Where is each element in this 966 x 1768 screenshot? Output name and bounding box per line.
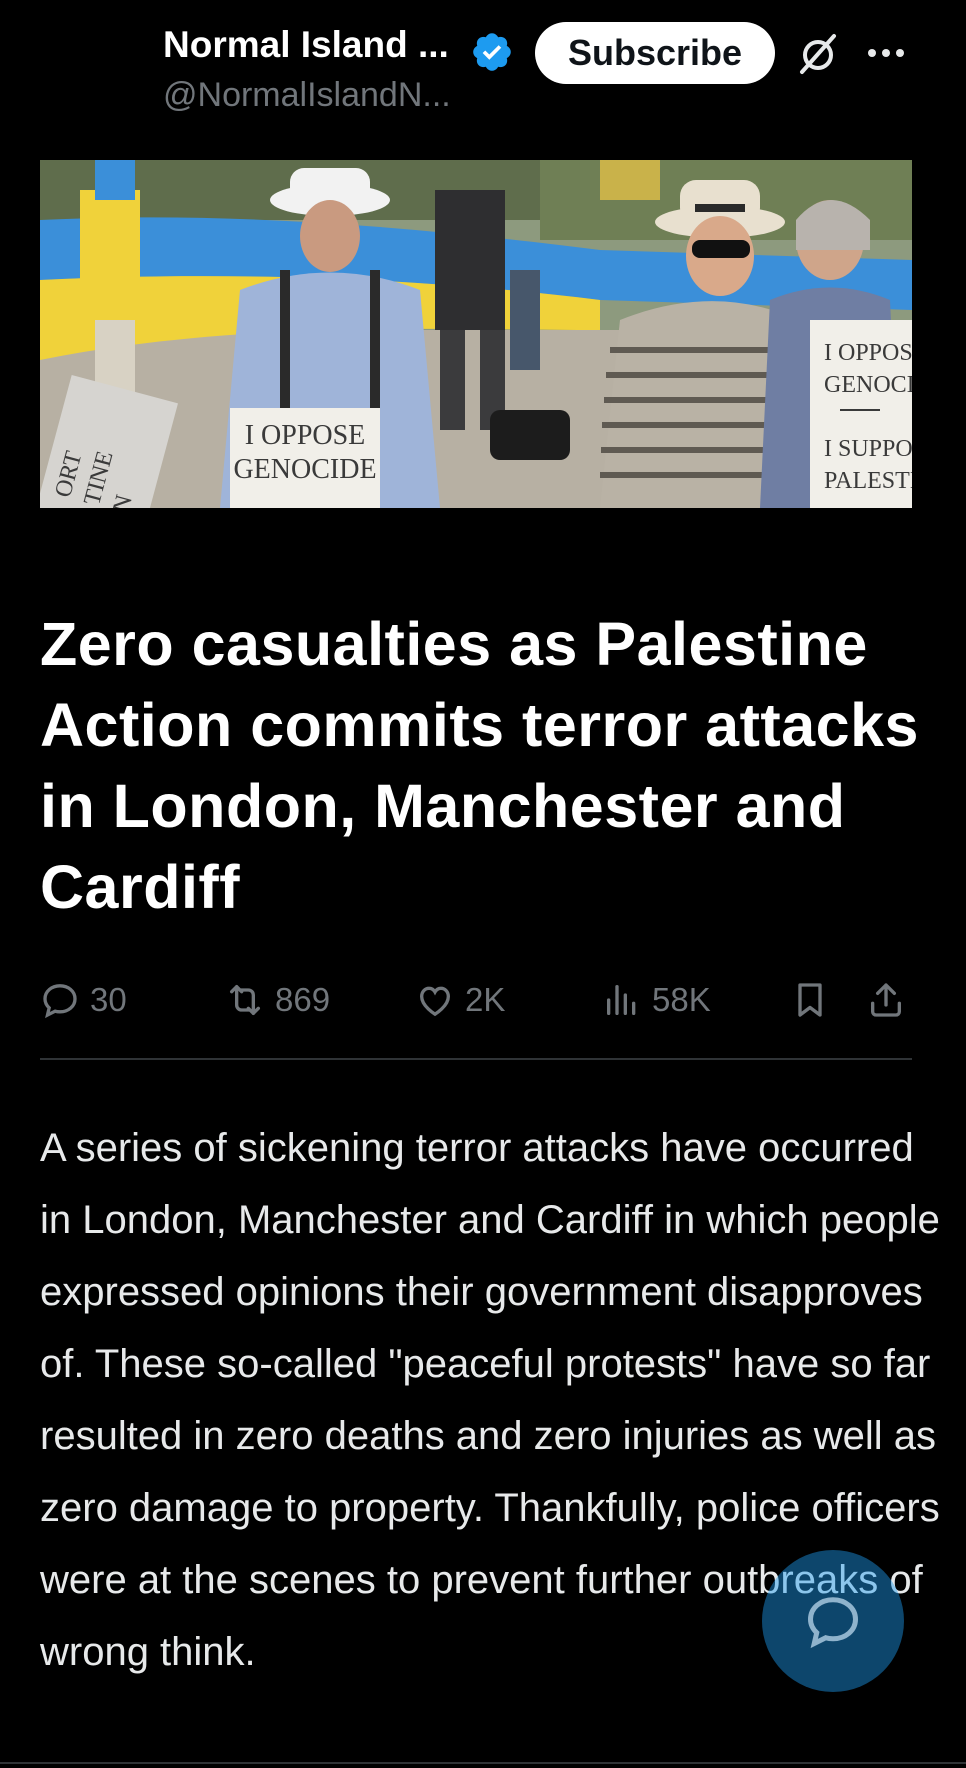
bookmark-button[interactable] bbox=[790, 970, 830, 1030]
sign-text-3: I OPPOS bbox=[824, 340, 912, 366]
sign-text-4: GENOCI bbox=[824, 372, 912, 398]
repost-count: 869 bbox=[275, 981, 331, 1018]
account-handle[interactable]: @NormalIslandN... bbox=[163, 76, 451, 115]
engagement-bar: 30 869 2K 58K bbox=[40, 970, 912, 1030]
reply-icon bbox=[43, 984, 77, 1019]
bookmark-icon bbox=[798, 983, 822, 1017]
compose-reply-icon bbox=[807, 1597, 859, 1649]
verified-badge-icon bbox=[473, 33, 511, 71]
more-icon[interactable] bbox=[866, 40, 906, 66]
divider bbox=[40, 1058, 912, 1060]
share-icon bbox=[871, 983, 901, 1017]
article-title: Zero casualties as Palestine Action comm… bbox=[40, 610, 919, 921]
grok-icon[interactable] bbox=[796, 32, 840, 76]
article-cover-image[interactable]: I OPPOSE GENOCIDE I OPPOS GENOCI I SUPPO… bbox=[40, 160, 912, 508]
views-button[interactable]: 58K bbox=[602, 970, 711, 1030]
sign-text-2: GENOCIDE bbox=[233, 454, 376, 485]
post-header: Normal Island ... @NormalIslandN... Subs… bbox=[0, 0, 966, 140]
compose-reply-button[interactable] bbox=[762, 1550, 904, 1692]
like-count: 2K bbox=[465, 981, 506, 1018]
sign-text-6: PALESTI bbox=[824, 468, 912, 494]
repost-icon bbox=[230, 985, 260, 1015]
like-icon bbox=[419, 986, 451, 1017]
views-icon bbox=[607, 985, 636, 1015]
view-count: 58K bbox=[652, 981, 711, 1018]
reply-button[interactable]: 30 bbox=[40, 970, 127, 1030]
share-button[interactable] bbox=[866, 970, 906, 1030]
bottom-divider bbox=[0, 1762, 966, 1764]
like-button[interactable]: 2K bbox=[415, 970, 505, 1030]
sign-text-1: I OPPOSE bbox=[245, 420, 366, 451]
account-name[interactable]: Normal Island ... bbox=[163, 24, 449, 66]
repost-button[interactable]: 869 bbox=[225, 970, 330, 1030]
reply-count: 30 bbox=[90, 981, 127, 1018]
subscribe-button[interactable]: Subscribe bbox=[535, 22, 775, 84]
protest-photo: I OPPOSE GENOCIDE I OPPOS GENOCI I SUPPO… bbox=[40, 160, 912, 508]
sign-text-5: I SUPPO bbox=[824, 436, 912, 462]
